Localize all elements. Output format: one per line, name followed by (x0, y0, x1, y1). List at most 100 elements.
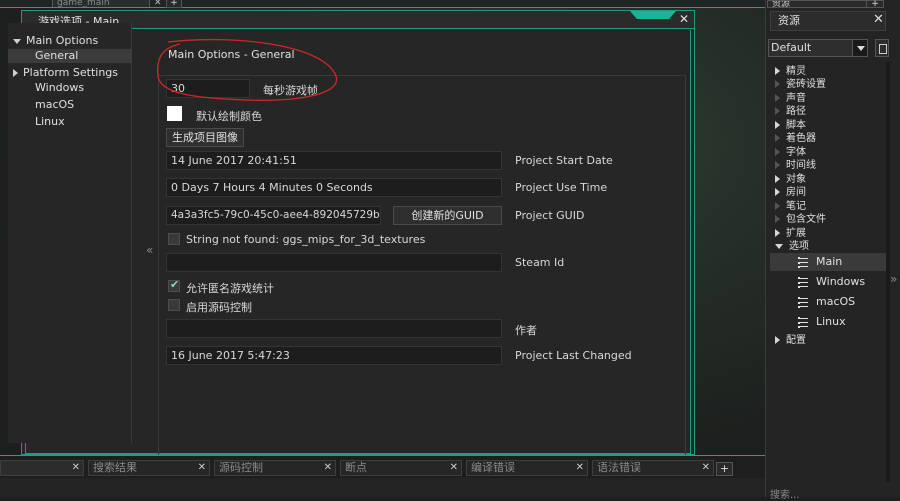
tree-item-macos[interactable]: macOS (8, 98, 132, 112)
expand-arrow-icon[interactable] (775, 188, 780, 196)
bottom-tab-syntax-errors[interactable]: 语法错误 ✕ (592, 460, 714, 476)
expand-arrow-icon[interactable] (775, 107, 780, 115)
last-changed-label: Project Last Changed (515, 349, 632, 362)
tree-item-windows[interactable]: Windows (8, 81, 132, 95)
create-guid-button[interactable]: 创建新的GUID (393, 206, 502, 225)
expand-arrow-icon[interactable] (775, 336, 780, 344)
resource-label: 脚本 (786, 120, 806, 131)
chevron-down-icon[interactable] (852, 39, 868, 57)
anon-stats-label: 允许匿名游戏统计 (186, 282, 274, 295)
expand-arrow-icon[interactable] (775, 175, 780, 183)
guid-field[interactable]: 4a3a3fc5-79c0-45c0-aee4-892045729bd1 (166, 206, 381, 225)
generate-image-button[interactable]: 生成项目图像 (166, 128, 244, 147)
options-item-main[interactable]: Main (770, 253, 886, 271)
bottom-tab-label: 搜索结果 (93, 461, 137, 474)
tab-close-icon[interactable]: ✕ (702, 461, 710, 475)
expand-arrow-icon[interactable] (775, 134, 780, 142)
resource-options[interactable]: 选项 (768, 240, 886, 253)
start-date-field[interactable]: 14 June 2017 20:41:51 (166, 151, 502, 170)
expand-arrow-icon[interactable] (775, 161, 780, 169)
resource-label: 字体 (786, 147, 806, 158)
bottom-tab-search-results[interactable]: 搜索结果 ✕ (88, 460, 210, 476)
resource-sprites[interactable]: 精灵 (768, 65, 886, 78)
bottom-tab-source-control[interactable]: 源码控制 ✕ (214, 460, 336, 476)
resource-label: 扩展 (786, 228, 806, 239)
tree-item-general[interactable]: General (8, 49, 132, 63)
resource-label: 精灵 (786, 66, 806, 77)
resource-fonts[interactable]: 字体 (768, 146, 886, 159)
top-tab-close-icon[interactable]: ✕ (154, 0, 162, 8)
resource-label: 房间 (786, 187, 806, 198)
resources-top-tab[interactable]: 资源 (767, 0, 867, 8)
resources-tab-label: 资源 (772, 0, 791, 8)
expand-arrow-icon[interactable] (775, 67, 780, 75)
options-item-linux[interactable]: Linux (798, 314, 846, 330)
resource-notes[interactable]: 笔记 (768, 200, 886, 213)
expand-arrow-icon[interactable] (775, 121, 780, 129)
options-item-windows[interactable]: Windows (798, 274, 865, 290)
expand-arrow-icon[interactable] (775, 94, 780, 102)
start-date-label: Project Start Date (515, 154, 613, 167)
tree-item-main-options[interactable]: Main Options (8, 34, 132, 48)
tab-close-icon[interactable]: ✕ (450, 461, 458, 475)
fps-input[interactable]: 30 (166, 79, 250, 98)
steam-id-label: Steam Id (515, 256, 565, 269)
anon-stats-checkbox[interactable] (168, 278, 180, 292)
tree-item-label: Linux (35, 115, 65, 128)
expand-panel-icon[interactable]: » (890, 272, 897, 286)
resource-sounds[interactable]: 声音 (768, 92, 886, 105)
last-changed-field[interactable]: 16 June 2017 5:47:23 (166, 346, 502, 365)
expand-arrow-icon[interactable] (775, 80, 780, 88)
group-title: Main Options - General (168, 48, 295, 61)
expand-arrow-icon[interactable] (775, 229, 780, 237)
bottom-tab-compile-errors[interactable]: 编译错误 ✕ (466, 460, 588, 476)
options-item-label: Main (816, 255, 843, 268)
collapse-panel-icon[interactable]: « (146, 243, 153, 257)
tab-close-icon[interactable]: ✕ (576, 461, 584, 475)
resource-included-files[interactable]: 包含文件 (768, 213, 886, 226)
collapse-arrow-icon[interactable] (775, 243, 783, 249)
top-add-tab-button[interactable]: + (166, 0, 182, 8)
bottom-tab-breakpoints[interactable]: 断点 ✕ (340, 460, 462, 476)
config-edit-icon[interactable] (875, 39, 889, 57)
resource-rooms[interactable]: 房间 (768, 186, 886, 199)
top-tab-game-main[interactable]: game_main (52, 0, 150, 7)
tab-close-icon[interactable]: ✕ (324, 461, 332, 475)
expand-arrow-icon[interactable] (775, 202, 780, 210)
bottom-tab-output[interactable]: ✕ (0, 460, 84, 476)
default-color-swatch[interactable] (167, 106, 182, 121)
expand-arrow-icon[interactable] (13, 38, 21, 44)
tree-item-platform-settings[interactable]: Platform Settings (8, 66, 132, 80)
resource-scripts[interactable]: 脚本 (768, 119, 886, 132)
bottom-add-tab-button[interactable]: + (716, 462, 733, 476)
resource-objects[interactable]: 对象 (768, 173, 886, 186)
expand-arrow-icon[interactable] (775, 215, 780, 223)
resource-configs[interactable]: 配置 (768, 334, 886, 347)
tree-item-linux[interactable]: Linux (8, 115, 132, 129)
resource-extensions[interactable]: 扩展 (768, 227, 886, 240)
guid-label: Project GUID (515, 209, 585, 222)
string-not-found-checkbox[interactable] (168, 233, 180, 245)
resource-tilesets[interactable]: 瓷砖设置 (768, 78, 886, 91)
resource-label: 声音 (786, 93, 806, 104)
resources-add-tab-button[interactable]: + (866, 0, 884, 9)
author-input[interactable] (166, 319, 502, 338)
titlebar-decoration (630, 11, 676, 19)
use-time-field[interactable]: 0 Days 7 Hours 4 Minutes 0 Seconds (166, 178, 502, 197)
resource-label: 选项 (789, 241, 809, 252)
resource-shaders[interactable]: 着色器 (768, 132, 886, 145)
resources-close-icon[interactable]: ✕ (873, 12, 884, 27)
tab-close-icon[interactable]: ✕ (198, 461, 206, 475)
window-close-icon[interactable]: ✕ (678, 13, 690, 26)
steam-id-input[interactable] (166, 253, 502, 272)
tree-item-label: Main Options (26, 34, 99, 47)
source-control-checkbox[interactable] (168, 299, 180, 311)
list-icon (798, 316, 808, 328)
resource-timelines[interactable]: 时间线 (768, 159, 886, 172)
resources-search-input[interactable]: 搜索... (770, 486, 800, 501)
collapse-arrow-icon[interactable] (13, 69, 18, 77)
options-item-macos[interactable]: macOS (798, 294, 855, 310)
expand-arrow-icon[interactable] (775, 148, 780, 156)
tab-close-icon[interactable]: ✕ (72, 461, 80, 475)
resource-paths[interactable]: 路径 (768, 105, 886, 118)
